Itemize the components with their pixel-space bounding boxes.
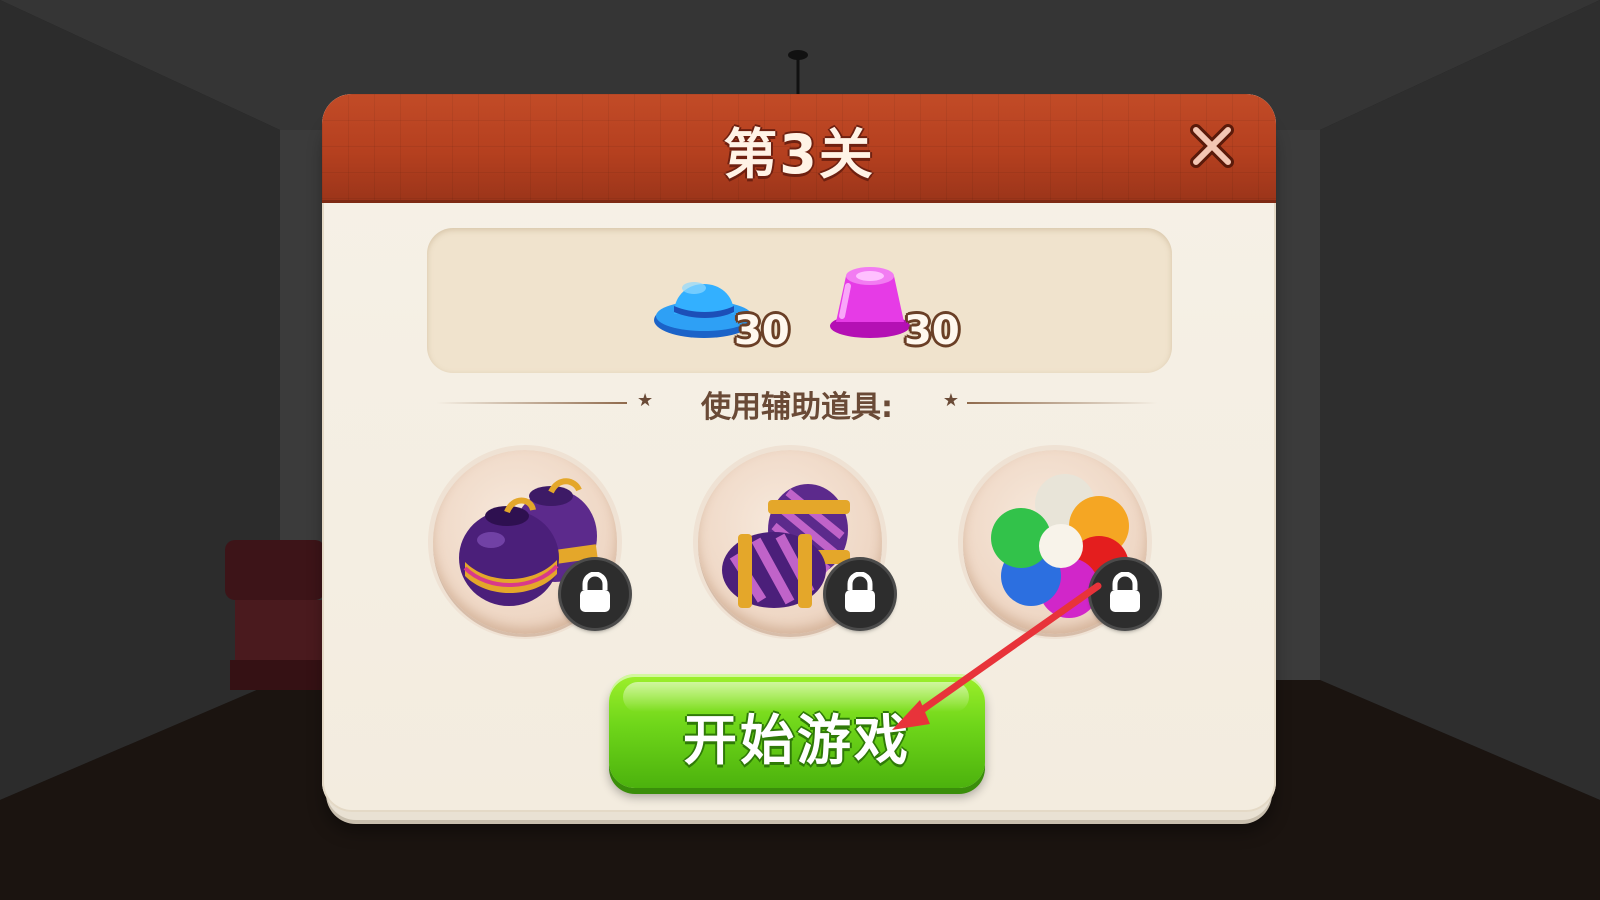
booster-lock-badge (1091, 560, 1159, 628)
goal-count-hat: 30 (734, 308, 790, 354)
lock-icon (580, 572, 610, 612)
lock-icon (1110, 572, 1140, 612)
booster-slot-rainbow[interactable] (957, 444, 1159, 644)
lock-icon (845, 572, 875, 612)
booster-section-header: ★ 使用辅助道具: ★ (437, 382, 1157, 425)
goal-item-cup: 30 (822, 256, 972, 366)
divider-right (967, 402, 1157, 404)
booster-lock-badge (561, 560, 629, 628)
level-title: 第3关 (723, 123, 875, 186)
level-goals: 30 30 (427, 228, 1172, 373)
booster-label: 使用辅助道具: (701, 390, 893, 425)
booster-slot-striped[interactable] (692, 444, 894, 644)
booster-slot-bombs[interactable] (427, 444, 629, 644)
start-game-label: 开始游戏 (683, 709, 911, 772)
booster-lock-badge (826, 560, 894, 628)
close-button[interactable] (1186, 120, 1238, 172)
start-game-button[interactable]: 开始游戏 (609, 674, 985, 788)
star-icon: ★ (942, 390, 959, 411)
goal-item-hat: 30 (652, 256, 802, 366)
close-icon (1190, 124, 1234, 168)
level-dialog: 第3关 30 30 ★ 使用辅助道具: ★ 开始游戏 (322, 94, 1276, 820)
dialog-header: 第3关 (322, 94, 1276, 203)
dialog-panel: 第3关 30 30 ★ 使用辅助道具: ★ 开始游戏 (322, 94, 1276, 812)
goal-count-cup: 30 (904, 308, 960, 354)
